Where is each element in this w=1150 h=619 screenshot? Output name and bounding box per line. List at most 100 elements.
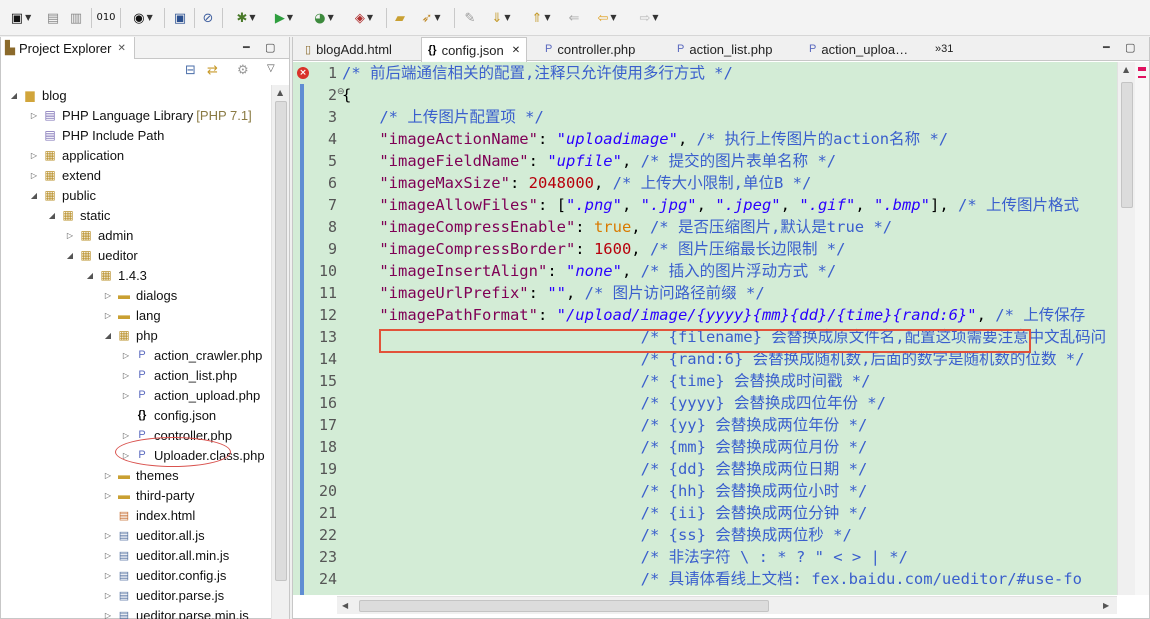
tree-item-extend[interactable]: ▷ ▦ extend [29, 165, 101, 185]
tab-action-upload-php[interactable]: Paction_uploa… [803, 37, 914, 61]
tree-item-public[interactable]: ◢ ▦ public [29, 185, 96, 205]
overview-ruler[interactable] [1135, 62, 1149, 595]
tree-item-php-language-library[interactable]: ▷ ▤ PHP Language Library [PHP 7.1] [29, 105, 252, 125]
tree-item-action-upload[interactable]: ▷ Paction_upload.php [121, 385, 260, 405]
tree-item-php-include-path[interactable]: ▤ PHP Include Path [29, 125, 164, 145]
scrollbar-thumb[interactable] [275, 101, 287, 581]
code-line[interactable]: /* {mm} 会替换成两位月份 */ [342, 436, 1117, 458]
error-marker[interactable] [1138, 76, 1146, 78]
tree-item-dialogs[interactable]: ▷ ▬ dialogs [103, 285, 177, 305]
filter-icon[interactable]: ⚙ [237, 63, 249, 78]
code-line[interactable]: /* {time} 会替换成时间戳 */ [342, 370, 1117, 392]
person-button[interactable]: ◉ ▼ [126, 8, 160, 28]
tree-item-themes[interactable]: ▷ ▬ themes [103, 465, 179, 485]
code-line[interactable]: /* {hh} 会替换成两位小时 */ [342, 480, 1117, 502]
code-line[interactable]: /* 非法字符 \ : * ? " < > | */ [342, 546, 1117, 568]
code-line[interactable]: { [342, 84, 1117, 106]
binary-button[interactable]: 010 [96, 8, 116, 28]
code-line[interactable]: /* {ss} 会替换成两位秒 */ [342, 524, 1117, 546]
code-line[interactable]: "imageFieldName": "upfile", /* 提交的图片表单名称… [342, 150, 1117, 172]
code-line[interactable]: "imageInsertAlign": "none", /* 插入的图片浮动方式… [342, 260, 1117, 282]
code-line[interactable]: /* {dd} 会替换成两位日期 */ [342, 458, 1117, 480]
tree-item-index-html[interactable]: ▤ index.html [103, 505, 195, 525]
code-line[interactable]: /* 前后端通信相关的配置,注释只允许使用多行方式 */ [342, 62, 1117, 84]
tab-action-list-php[interactable]: Paction_list.php [671, 37, 778, 61]
tab-controller-php[interactable]: Pcontroller.php [539, 37, 641, 61]
code-line[interactable]: "imageActionName": "uploadimage", /* 执行上… [342, 128, 1117, 150]
minimize-icon[interactable]: ━ [243, 41, 250, 54]
code-line[interactable]: /* 上传图片配置项 */ [342, 106, 1117, 128]
tree-item-lang[interactable]: ▷ ▬ lang [103, 305, 161, 325]
tree-item-action-list[interactable]: ▷ Paction_list.php [121, 365, 237, 385]
tree-item-ueditor-all-js[interactable]: ▷ ▤ ueditor.all.js [103, 525, 205, 545]
close-icon[interactable]: ✕ [117, 43, 125, 54]
open-type-button[interactable]: ▰ [390, 8, 410, 28]
external-tools-button[interactable]: ◈ ▼ [346, 8, 382, 28]
code-line[interactable]: /* {yy} 会替换成两位年份 */ [342, 414, 1117, 436]
close-icon[interactable]: ✕ [512, 45, 520, 56]
prev-annotation-button[interactable]: ⇑ ▼ [524, 8, 558, 28]
tree-item-ueditor-config-js[interactable]: ▷ ▤ ueditor.config.js [103, 565, 226, 585]
code-line[interactable]: "imagePathFormat": "/upload/image/{yyyy}… [342, 304, 1117, 326]
code-text[interactable]: /* 前后端通信相关的配置,注释只允许使用多行方式 */{ /* 上传图片配置项… [342, 62, 1117, 590]
code-editor[interactable]: × 1 2 3 4 5 6 7 8 9 10 11 12 13 14 15 16 17 18 19 20 21 22 23 2… [293, 62, 1149, 595]
tree-item-ueditor-parse-min-js[interactable]: ▷ ▤ ueditor.parse.min.js [103, 605, 249, 619]
tree-item-blog[interactable]: ◢ ▆ blog [9, 85, 67, 105]
coverage-button[interactable]: ◕ ▼ [306, 8, 342, 28]
forward-button[interactable]: ⇨ ▼ [630, 8, 668, 28]
minimize-icon[interactable]: ━ [1103, 41, 1110, 54]
tab-project-explorer[interactable]: ▙ Project Explorer ✕ [1, 37, 135, 59]
code-line[interactable]: "imageUrlPrefix": "", /* 图片访问路径前缀 */ [342, 282, 1117, 304]
code-line[interactable]: "imageCompressBorder": 1600, /* 图片压缩最长边限… [342, 238, 1117, 260]
tree-item-action-crawler[interactable]: ▷ Paction_crawler.php [121, 345, 262, 365]
maximize-icon[interactable]: ▢ [265, 41, 275, 54]
maximize-icon[interactable]: ▢ [1125, 41, 1135, 54]
console-button[interactable]: ▣ [170, 8, 190, 28]
back-button[interactable]: ⇦ ▼ [588, 8, 626, 28]
explorer-vertical-scrollbar[interactable]: ▲ [271, 85, 289, 619]
view-menu-icon[interactable]: ▽ [267, 63, 275, 74]
tree-item-label: lang [136, 307, 161, 323]
save-all-button[interactable]: ▥ [66, 8, 86, 28]
tree-item-application[interactable]: ▷ ▦ application [29, 145, 124, 165]
code-line[interactable]: "imageCompressEnable": true, /* 是否压缩图片,默… [342, 216, 1117, 238]
debug-button[interactable]: ✱ ▼ [228, 8, 264, 28]
tree-item-static[interactable]: ◢ ▦ static [47, 205, 110, 225]
tab-overflow-button[interactable]: »31 [929, 37, 959, 61]
code-line[interactable]: /* {yyyy} 会替换成四位年份 */ [342, 392, 1117, 414]
save-button[interactable]: ▤ [44, 8, 62, 28]
code-line[interactable]: /* 具请体看线上文档: fex.baidu.com/ueditor/#use-… [342, 568, 1117, 590]
annotation-button[interactable]: ✎ [460, 8, 480, 28]
new-button[interactable]: ▣ ▼ [4, 8, 38, 28]
tree-item-third-party[interactable]: ▷ ▬ third-party [103, 485, 195, 505]
scrollbar-thumb[interactable] [359, 600, 769, 612]
scroll-right-icon[interactable]: ▶ [1103, 601, 1109, 610]
tree-item-config-json[interactable]: {} config.json [121, 405, 216, 425]
tab-blogadd-html[interactable]: ▯ blogAdd.html [299, 37, 398, 61]
tree-item-ueditor-all-min-js[interactable]: ▷ ▤ ueditor.all.min.js [103, 545, 229, 565]
code-line[interactable]: "imageAllowFiles": [".png", ".jpg", ".jp… [342, 194, 1117, 216]
tree-item-ueditor-parse-js[interactable]: ▷ ▤ ueditor.parse.js [103, 585, 224, 605]
next-annotation-button[interactable]: ⇓ ▼ [484, 8, 518, 28]
error-marker[interactable] [1138, 67, 1146, 71]
tree-item-ueditor[interactable]: ◢ ▦ ueditor [65, 245, 138, 265]
tab-config-json[interactable]: {} config.json ✕ [421, 37, 528, 62]
run-button[interactable]: ▶ ▼ [266, 8, 302, 28]
scrollbar-thumb[interactable] [1121, 82, 1133, 208]
code-line[interactable]: "imageMaxSize": 2048000, /* 上传大小限制,单位B *… [342, 172, 1117, 194]
scroll-left-icon[interactable]: ◀ [342, 601, 348, 610]
editor-horizontal-scrollbar[interactable]: ◀ ▶ [337, 596, 1117, 614]
open-task-button[interactable]: ➶ ▼ [414, 8, 448, 28]
tree-item-php[interactable]: ◢ ▦ php [103, 325, 158, 345]
scroll-up-icon[interactable]: ▲ [277, 88, 283, 97]
tree-item-1-4-3[interactable]: ◢ ▦ 1.4.3 [85, 265, 147, 285]
last-edit-button[interactable]: ⇐ [564, 8, 584, 28]
skip-breakpoints-button[interactable]: ⊘ [198, 8, 218, 28]
tree-item-admin[interactable]: ▷ ▦ admin [65, 225, 134, 245]
editor-vertical-scrollbar[interactable]: ▲ [1117, 62, 1135, 595]
link-with-editor-icon[interactable]: ⇄ [207, 63, 218, 78]
scroll-up-icon[interactable]: ▲ [1123, 65, 1129, 74]
collapse-all-icon[interactable]: ⊟ [185, 63, 196, 78]
error-icon[interactable]: × [297, 67, 309, 79]
code-line[interactable]: /* {ii} 会替换成两位分钟 */ [342, 502, 1117, 524]
